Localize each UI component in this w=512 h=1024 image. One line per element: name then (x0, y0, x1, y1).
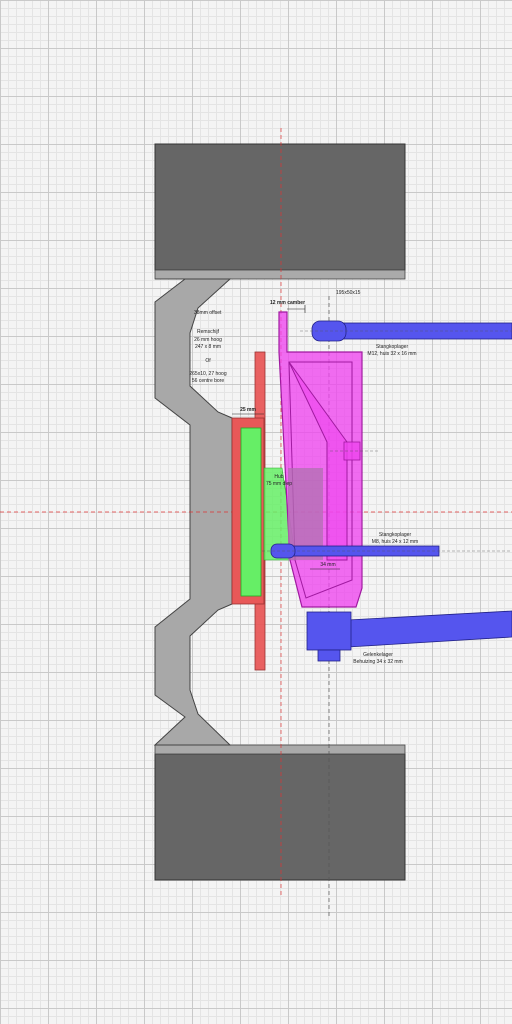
camber-label: 12 mm camber (270, 300, 305, 306)
alt-disc-bore: 56 centre bore (192, 378, 224, 384)
spherical-bearing (306, 611, 352, 651)
bearing-top-spec: M12, huis 32 x 16 mm (367, 351, 416, 357)
tyre-bottom (154, 753, 406, 881)
dim-34-label: 34 mm (320, 562, 335, 568)
remschijf-label: Remschijf (197, 329, 220, 335)
remschijf-height: 26 mm hoog (194, 337, 222, 343)
hub-inner (240, 427, 262, 597)
rim-flange-bottom (154, 744, 406, 755)
lower-arm (347, 610, 512, 648)
hub-depth: 75 mm diep (266, 481, 292, 487)
bearing-bottom-spec: Behuizing 34 x 32 mm (353, 659, 402, 665)
or-label: Of (205, 358, 211, 364)
hub-label: Hub (274, 474, 283, 480)
bearing-top-label: Stangkoplager (376, 344, 409, 350)
spherical-bearing-stub (317, 649, 341, 662)
tyre-top (154, 143, 406, 271)
bearing-mid-spec: M8, huis 24 x 12 mm (372, 539, 418, 545)
alt-disc-size: 265x10, 27 hoog (189, 371, 226, 377)
section-label: 195x50x15 (336, 290, 361, 296)
dim-25-label: 25 mm (240, 407, 256, 413)
remschijf-size: 247 x 8 mm (195, 344, 221, 350)
rim-flange-top (154, 269, 406, 280)
bearing-mid-label: Stangkoplager (379, 532, 412, 538)
bearing-bottom-label: Gelenkelager (363, 652, 393, 658)
suspension-drawing: 38mm offset Remschijf 26 mm hoog 247 x 8… (0, 128, 512, 918)
offset-label: 38mm offset (194, 310, 222, 316)
